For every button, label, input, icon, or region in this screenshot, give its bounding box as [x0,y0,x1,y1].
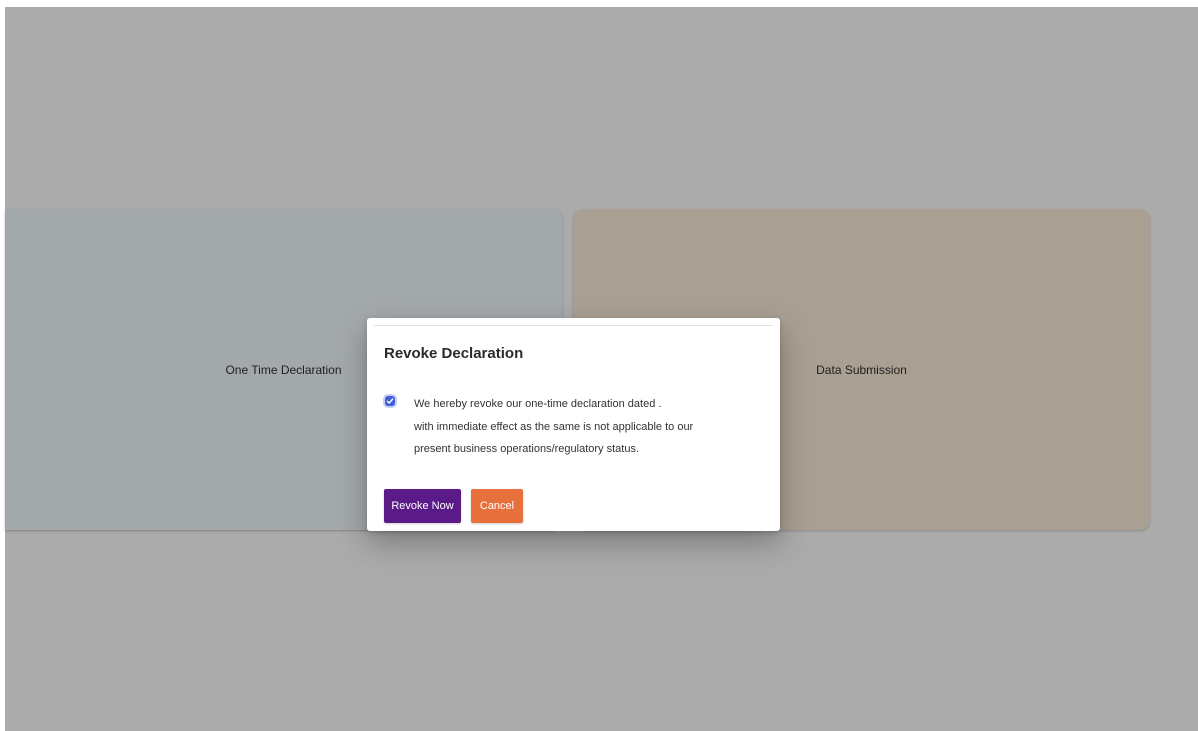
one-time-declaration-label: One Time Declaration [225,362,342,377]
check-icon [386,398,394,404]
data-submission-label: Data Submission [816,362,907,377]
dialog-title: Revoke Declaration [384,345,524,362]
page: One Time Declaration Data Submission Rev… [0,0,1198,731]
declaration-line-2: with immediate effect as the same is not… [414,420,694,433]
cancel-button[interactable]: Cancel [471,489,523,523]
declaration-line-3: present business operations/regulatory s… [414,443,640,455]
declaration-checkbox[interactable] [385,396,395,406]
declaration-line-1: We hereby revoke our one-time declaratio… [414,398,662,410]
revoke-declaration-dialog: Revoke Declaration We hereby revoke our … [367,318,780,531]
dialog-divider [374,325,773,326]
declaration-text: We hereby revoke our one-time declaratio… [414,393,754,461]
revoke-now-button[interactable]: Revoke Now [384,489,461,523]
